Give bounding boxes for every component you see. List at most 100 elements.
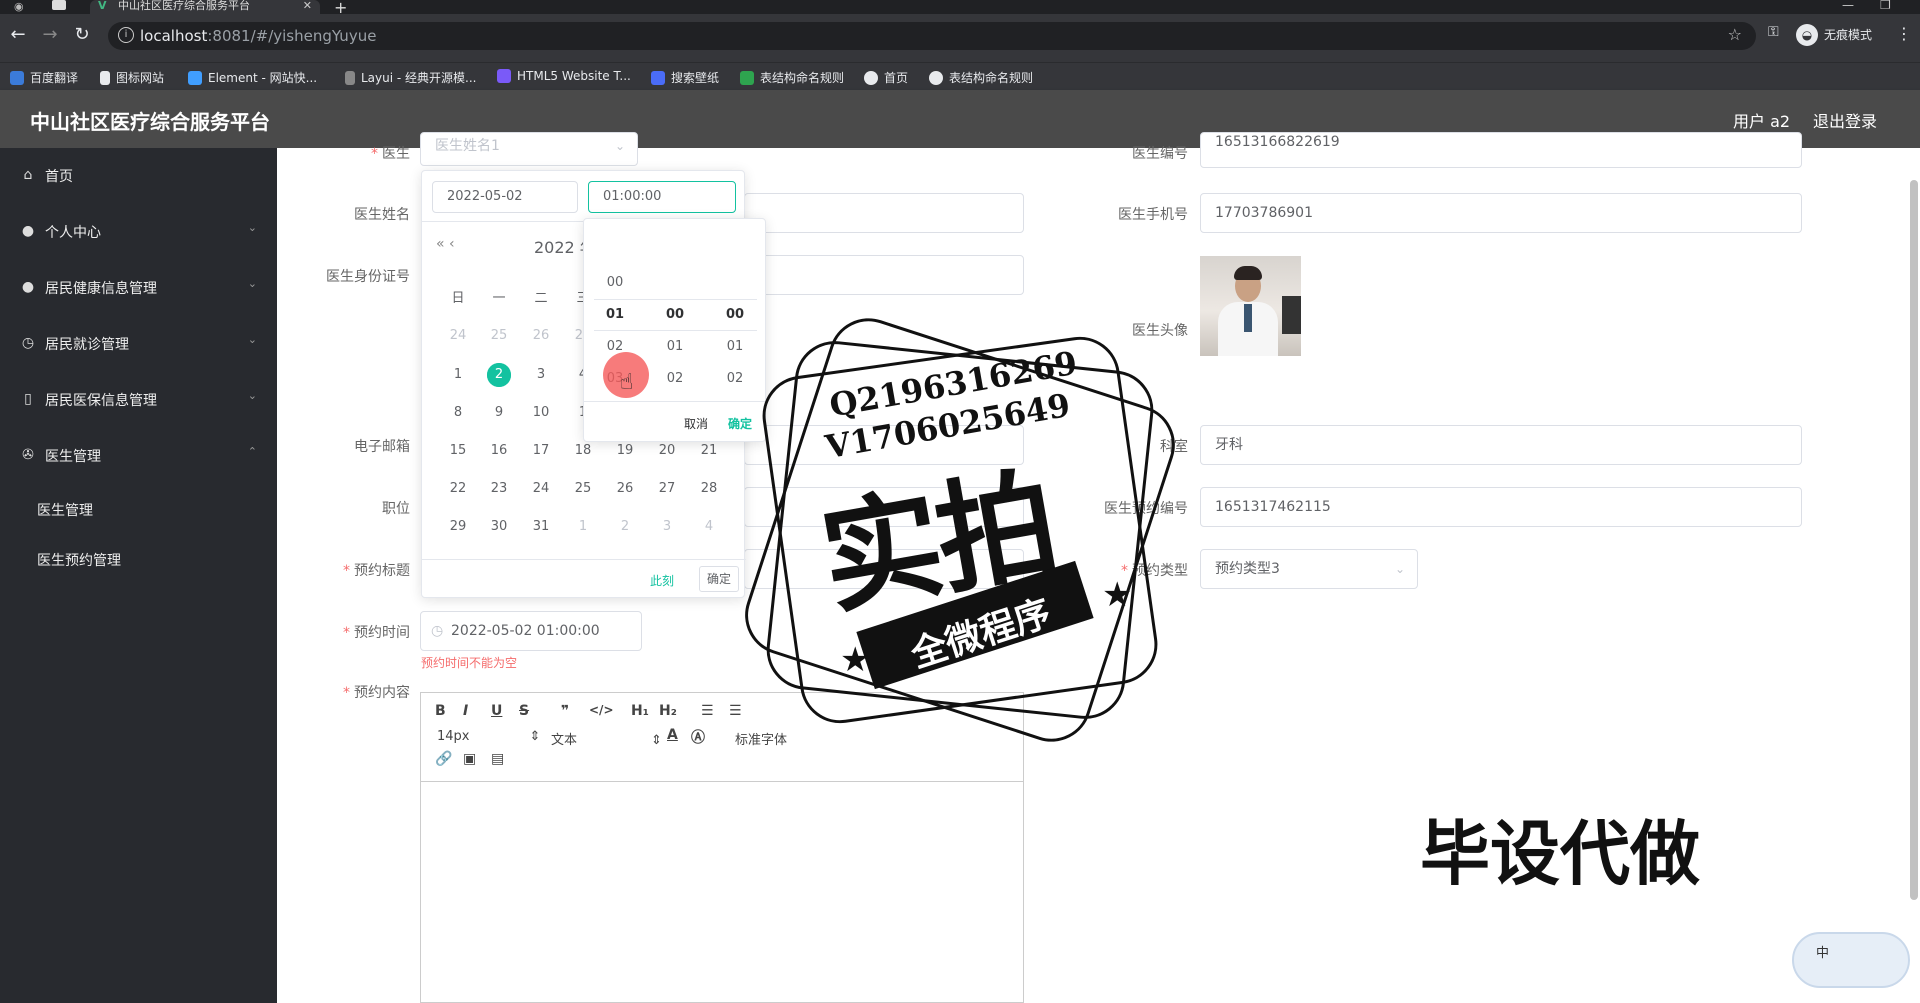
code-icon[interactable]: </>: [589, 703, 614, 717]
page-scrollbar[interactable]: [1910, 180, 1918, 900]
url-path: :8081/#/yishengYuyue: [207, 27, 377, 45]
flag-icon: [100, 71, 110, 85]
background-color-icon[interactable]: Ⓐ: [691, 727, 705, 747]
now-button[interactable]: 此刻: [650, 572, 674, 589]
forward-icon[interactable]: →: [38, 24, 62, 45]
sidebar-item-visits[interactable]: ◷ 居民就诊管理 ⌄: [0, 316, 277, 372]
doctor-name-input[interactable]: [744, 193, 1024, 233]
underline-icon[interactable]: U: [491, 703, 502, 719]
calendar-day[interactable]: 25: [484, 323, 514, 349]
calendar-day[interactable]: 26: [526, 323, 556, 349]
back-icon[interactable]: ←: [6, 24, 30, 45]
floating-ime-widget[interactable]: 中: [1792, 932, 1910, 988]
key-icon[interactable]: ⚿: [1768, 24, 1779, 40]
calendar-day[interactable]: 10: [526, 400, 556, 426]
h2-icon[interactable]: H₂: [659, 703, 677, 719]
sidebar-item-insurance[interactable]: ▯ 居民医保信息管理 ⌄: [0, 372, 277, 428]
h1-icon[interactable]: H₁: [631, 703, 649, 719]
booking-no-input[interactable]: 1651317462115: [1200, 487, 1802, 527]
reload-icon[interactable]: ↻: [70, 24, 94, 45]
calendar-day-selected[interactable]: 2: [484, 362, 514, 388]
browser-tab[interactable]: V 中山社区医疗综合服务平台 ✕: [90, 0, 320, 14]
calendar-day[interactable]: 1: [443, 362, 473, 388]
bookmark-item[interactable]: Element - 网站快...: [188, 69, 317, 86]
hour-option-selected[interactable]: 01: [595, 307, 635, 322]
bookmark-item[interactable]: 表结构命名规则: [740, 69, 844, 86]
calendar-day[interactable]: 15: [443, 438, 473, 464]
calendar-day[interactable]: 29: [443, 514, 473, 540]
strike-icon[interactable]: S: [519, 703, 529, 719]
bold-icon[interactable]: B: [435, 703, 446, 719]
font-color-icon[interactable]: A: [667, 727, 678, 743]
bookmark-item[interactable]: 首页: [864, 69, 908, 86]
quote-icon[interactable]: ❞: [561, 703, 569, 719]
calendar-day[interactable]: 3: [526, 362, 556, 388]
calendar-day[interactable]: 25: [568, 476, 598, 502]
minute-option[interactable]: 01: [655, 339, 695, 354]
bookmark-item[interactable]: 搜索壁纸: [651, 69, 719, 86]
incognito-profile[interactable]: ◒ 无痕模式: [1796, 22, 1872, 48]
ordered-list-icon[interactable]: ☰: [701, 703, 714, 719]
bookmark-item[interactable]: 百度翻译: [10, 69, 78, 86]
doctor-phone-input[interactable]: 17703786901: [1200, 193, 1802, 233]
site-info-icon[interactable]: i: [118, 27, 134, 43]
calendar-day[interactable]: 31: [526, 514, 556, 540]
logout-button[interactable]: 退出登录: [1813, 108, 1877, 132]
calendar-day[interactable]: 8: [443, 400, 473, 426]
minute-option-selected[interactable]: 00: [655, 307, 695, 322]
prev-year-icon[interactable]: « ‹: [436, 236, 455, 252]
calendar-day[interactable]: 24: [443, 323, 473, 349]
picker-date-input[interactable]: 2022-05-02: [432, 181, 578, 213]
link-icon[interactable]: 🔗: [435, 751, 452, 767]
maximize-icon[interactable]: ❐: [1880, 0, 1891, 12]
calendar-day[interactable]: 3: [652, 514, 682, 540]
close-tab-icon[interactable]: ✕: [303, 0, 312, 12]
calendar-day[interactable]: 23: [484, 476, 514, 502]
incognito-icon: ◒: [1796, 24, 1818, 46]
bookmark-item[interactable]: 图标网站: [100, 69, 164, 86]
appointment-time-value: 2022-05-02 01:00:00: [451, 623, 600, 639]
doctor-no-input[interactable]: 16513166822619: [1200, 132, 1802, 168]
picker-time-input[interactable]: 01:00:00: [588, 181, 736, 213]
browser-menu-icon[interactable]: ⋮: [1896, 24, 1912, 43]
video-icon[interactable]: ▤: [491, 751, 504, 767]
calendar-day[interactable]: 2: [610, 514, 640, 540]
calendar-day[interactable]: 30: [484, 514, 514, 540]
booking-type-select[interactable]: 预约类型3 ⌄: [1200, 549, 1418, 589]
clock-icon: ◷: [431, 623, 444, 639]
doctor-id-input[interactable]: [744, 255, 1024, 295]
minimize-icon[interactable]: —: [1842, 0, 1854, 12]
appointment-time-input[interactable]: ◷ 2022-05-02 01:00:00: [420, 611, 642, 651]
calendar-day[interactable]: 22: [443, 476, 473, 502]
italic-icon[interactable]: I: [463, 703, 468, 719]
calendar-day[interactable]: 26: [610, 476, 640, 502]
calendar-day[interactable]: 16: [484, 438, 514, 464]
bookmark-item[interactable]: HTML5 Website T...: [497, 69, 631, 83]
booking-no-value: 1651317462115: [1215, 499, 1331, 515]
calendar-day[interactable]: 9: [484, 400, 514, 426]
doctor-avatar-image[interactable]: [1200, 256, 1301, 356]
doctor-select[interactable]: 医生姓名1 ⌄: [420, 132, 638, 166]
doctor-select-value: 医生姓名1: [435, 138, 500, 154]
bookmark-item[interactable]: 表结构命名规则: [929, 69, 1033, 86]
address-bar[interactable]: i localhost:8081/#/yishengYuyue ☆: [108, 22, 1756, 50]
image-icon[interactable]: ▣: [463, 751, 476, 767]
calendar-day[interactable]: 24: [526, 476, 556, 502]
doctor-phone-value: 17703786901: [1215, 205, 1313, 221]
dept-input[interactable]: 牙科: [1200, 425, 1802, 465]
bookmark-item[interactable]: Layui - 经典开源模...: [345, 69, 476, 86]
calendar-day[interactable]: 1: [568, 514, 598, 540]
time-cancel-button[interactable]: 取消: [684, 415, 708, 432]
font-size-select[interactable]: 14px ⇕: [437, 729, 540, 744]
calendar-day[interactable]: 27: [652, 476, 682, 502]
header-select[interactable]: 文本 ⇕: [551, 729, 662, 748]
tab-search-icon[interactable]: [52, 0, 66, 10]
sidebar-subitem-doctor-management[interactable]: 医生管理: [37, 500, 93, 520]
calendar-day[interactable]: 17: [526, 438, 556, 464]
bookmark-star-icon[interactable]: ☆: [1728, 25, 1742, 44]
doctor-no-value: 16513166822619: [1215, 134, 1340, 150]
minute-option[interactable]: 02: [655, 371, 695, 386]
hour-option[interactable]: 00: [595, 275, 635, 290]
appointment-title-text: 预约标题: [354, 563, 410, 579]
sidebar-subitem-doctor-appointments[interactable]: 医生预约管理: [37, 550, 121, 570]
